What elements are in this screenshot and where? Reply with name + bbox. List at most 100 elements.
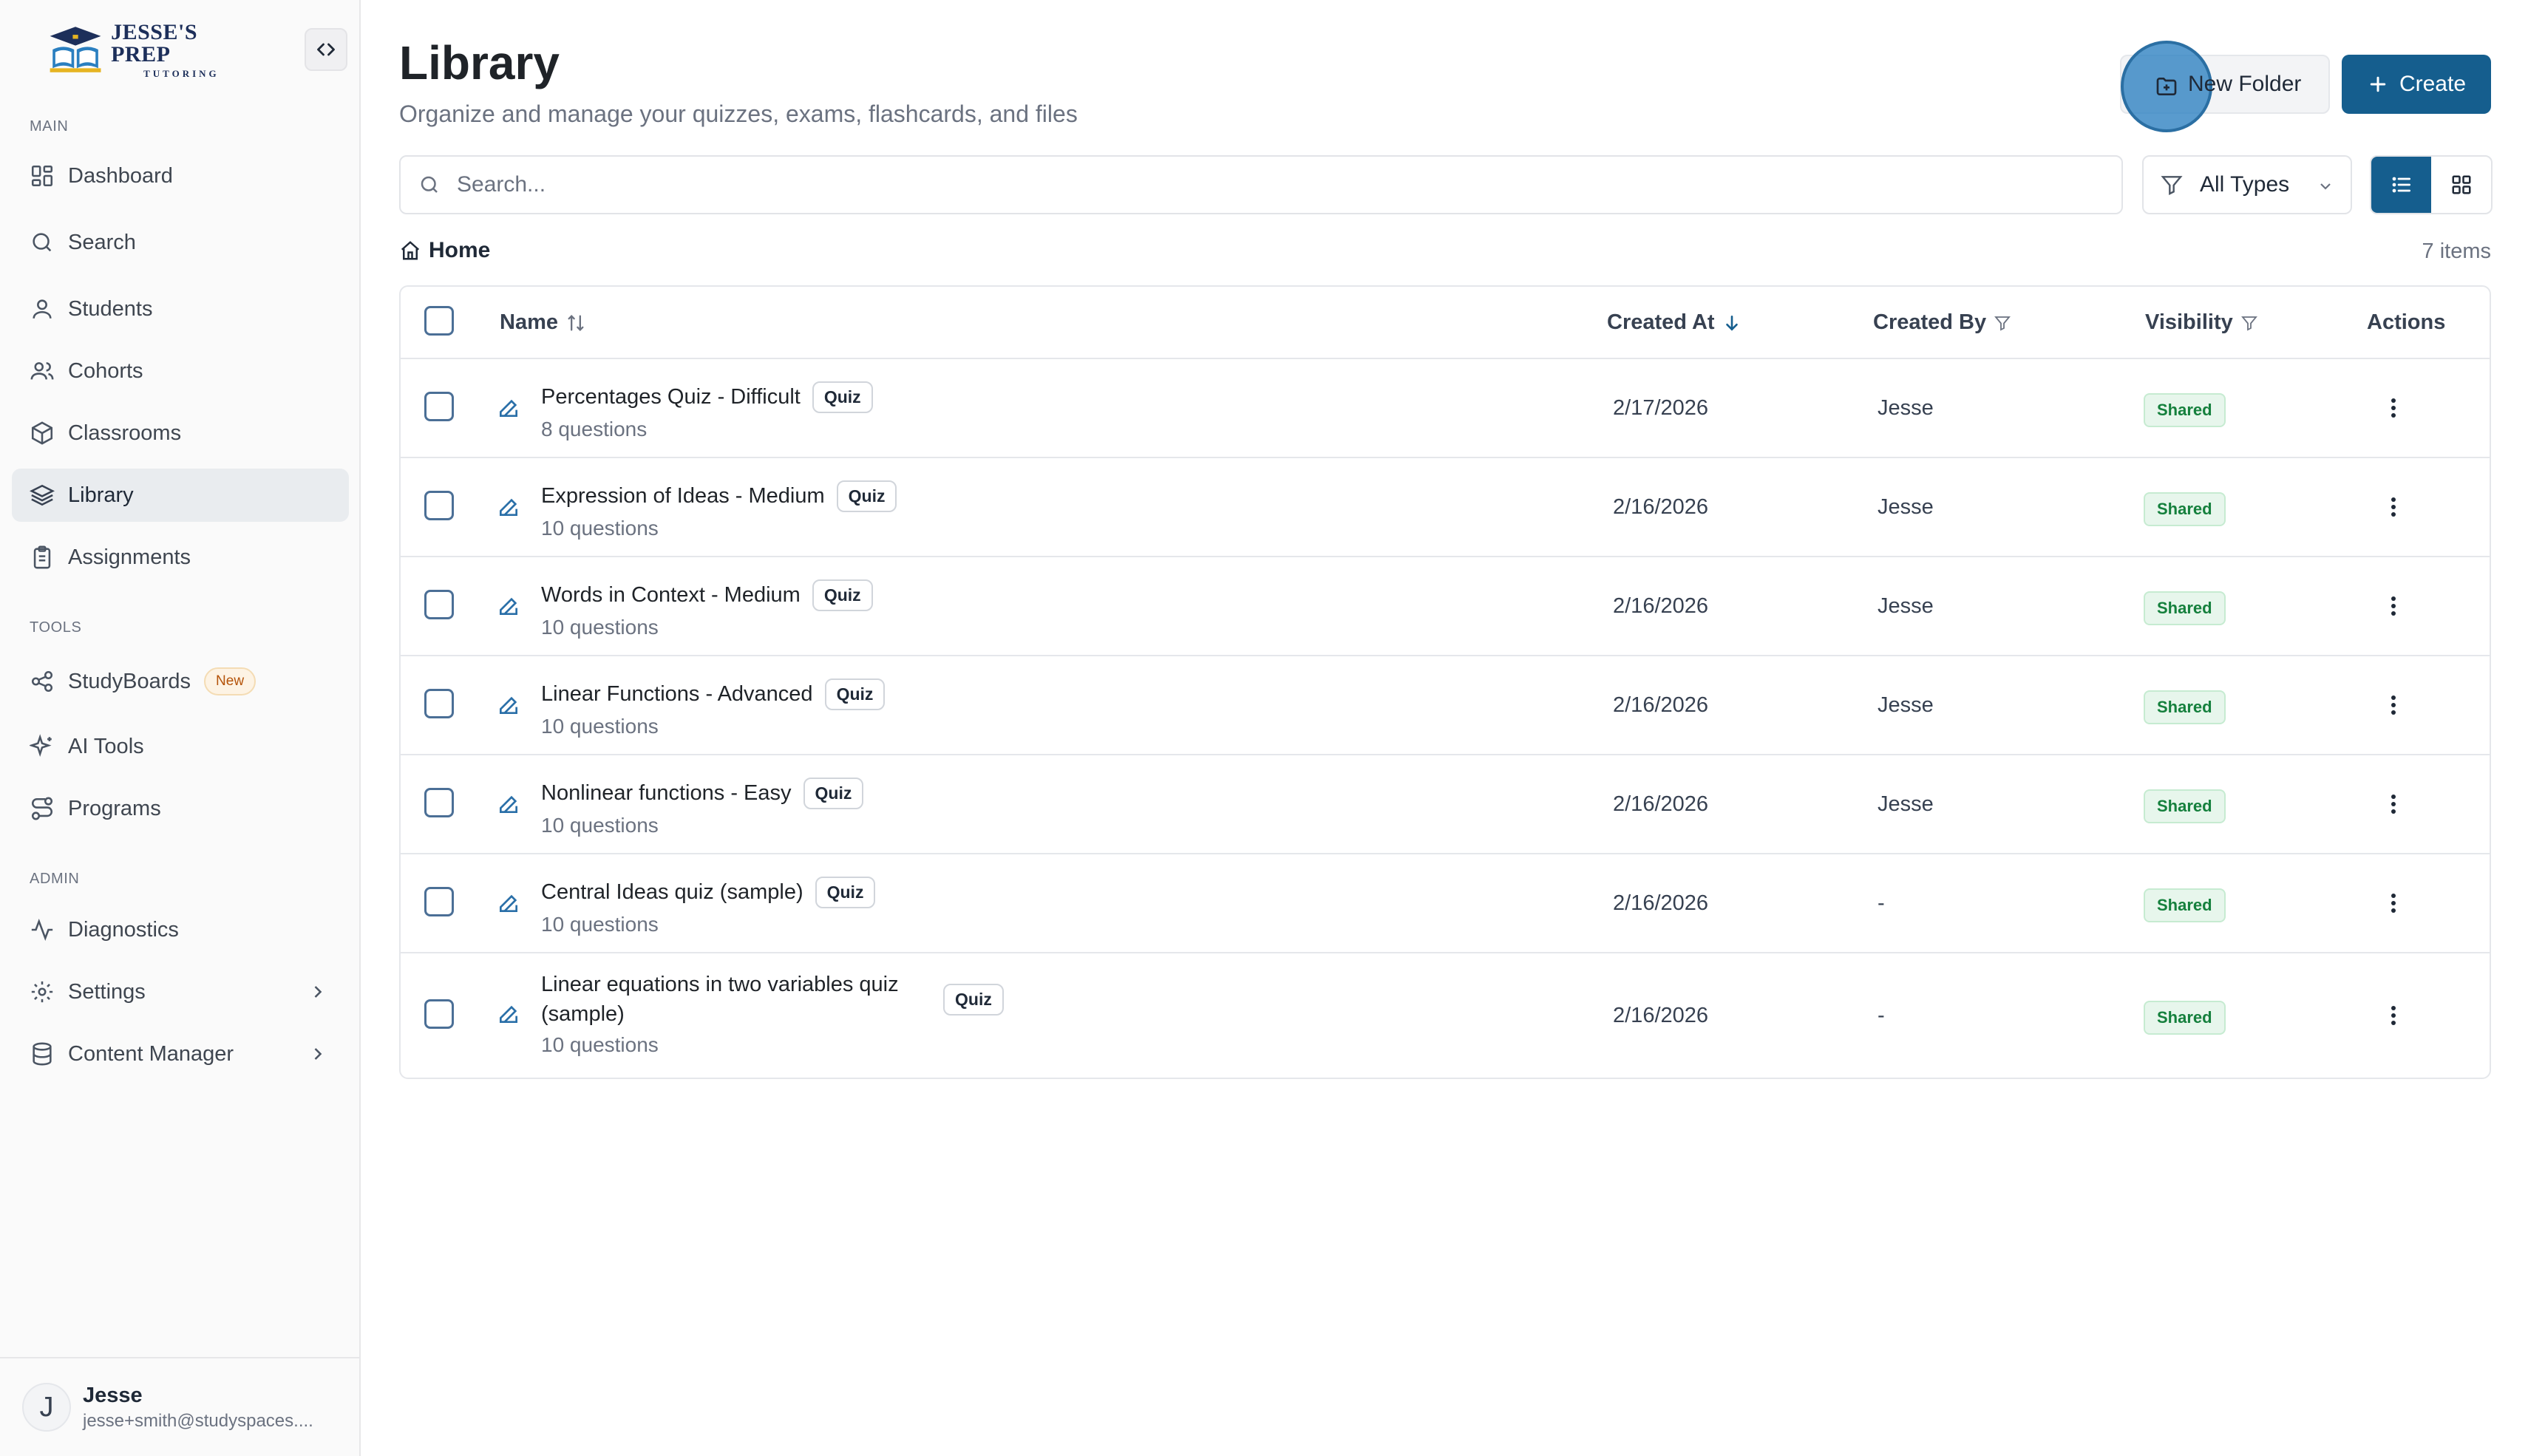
new-folder-label: New Folder — [2188, 72, 2302, 96]
edit-icon — [500, 498, 517, 516]
row-actions-button[interactable] — [2379, 690, 2408, 720]
created-by-cell: - — [1878, 1004, 1885, 1027]
sidebar-item-content-manager[interactable]: Content Manager — [12, 1027, 349, 1081]
row-checkbox[interactable] — [424, 788, 454, 817]
row-checkbox[interactable] — [424, 999, 454, 1029]
sidebar-label-library: Library — [68, 483, 134, 507]
table-row[interactable]: Nonlinear functions - Easy Quiz 10 quest… — [401, 755, 2490, 854]
item-count: 7 items — [2422, 239, 2491, 263]
chevron-down-icon — [2320, 183, 2331, 190]
sidebar-item-dashboard[interactable]: Dashboard — [12, 149, 349, 203]
item-question-count: 10 questions — [541, 814, 659, 837]
more-vertical-icon — [2391, 596, 2396, 616]
row-actions-button[interactable] — [2379, 393, 2408, 423]
edit-icon — [500, 894, 517, 912]
sidebar-item-search[interactable]: Search — [12, 216, 349, 269]
sidebar-label-programs: Programs — [68, 796, 161, 820]
more-vertical-icon — [2391, 497, 2396, 517]
edit-icon — [500, 696, 517, 714]
edit-icon — [500, 597, 517, 615]
sidebar-item-students[interactable]: Students — [12, 282, 349, 336]
content-manager-icon — [33, 1042, 52, 1066]
sidebar-item-assignments[interactable]: Assignments — [12, 531, 349, 584]
item-name[interactable]: Expression of Ideas - Medium — [541, 484, 825, 508]
diagnostics-icon — [31, 919, 53, 941]
item-question-count: 10 questions — [541, 616, 659, 639]
row-actions-button[interactable] — [2379, 789, 2408, 819]
column-created-at[interactable]: Created At — [1607, 310, 1742, 335]
grid-view-button[interactable] — [2431, 157, 2491, 213]
type-badge: Quiz — [815, 877, 876, 908]
column-created-by[interactable]: Created By — [1873, 310, 2011, 335]
avatar: J — [22, 1383, 71, 1432]
row-actions-button[interactable] — [2379, 888, 2408, 918]
item-name[interactable]: Percentages Quiz - Difficult — [541, 385, 801, 409]
user-email: jesse+smith@studyspaces.... — [83, 1410, 313, 1431]
item-name[interactable]: Nonlinear functions - Easy — [541, 781, 792, 806]
item-name[interactable]: Linear equations in two variables quiz (… — [541, 970, 925, 1029]
more-vertical-icon — [2391, 398, 2396, 418]
table-row[interactable]: Words in Context - Medium Quiz 10 questi… — [401, 557, 2490, 656]
column-name[interactable]: Name — [500, 310, 586, 335]
breadcrumb[interactable]: Home — [399, 238, 490, 263]
sidebar-item-programs[interactable]: Programs — [12, 782, 349, 835]
row-checkbox[interactable] — [424, 491, 454, 520]
column-actions: Actions — [2367, 310, 2445, 335]
type-badge: Quiz — [812, 579, 873, 611]
type-badge: Quiz — [943, 983, 1004, 1016]
type-filter-select[interactable]: All Types — [2142, 155, 2352, 214]
table-row[interactable]: Expression of Ideas - Medium Quiz 10 que… — [401, 458, 2490, 557]
search-box[interactable] — [399, 155, 2123, 214]
breadcrumb-home[interactable]: Home — [429, 238, 490, 263]
created-by-cell: Jesse — [1878, 792, 1934, 816]
row-actions-button[interactable] — [2379, 591, 2408, 621]
classrooms-icon — [31, 421, 53, 445]
sort-icon — [568, 314, 584, 331]
sidebar-label-studyboards: StudyBoards — [68, 669, 191, 693]
table-row[interactable]: Linear equations in two variables quiz (… — [401, 953, 2490, 1079]
sidebar-label-search: Search — [68, 230, 136, 254]
item-name[interactable]: Linear Functions - Advanced — [541, 682, 813, 707]
programs-icon — [31, 797, 53, 820]
sidebar-item-ai-tools[interactable]: AI Tools — [12, 720, 349, 773]
new-folder-button[interactable]: New Folder — [2120, 41, 2330, 132]
type-badge: Quiz — [836, 480, 897, 512]
visibility-badge: Shared — [2144, 492, 2226, 526]
column-visibility[interactable]: Visibility — [2145, 310, 2258, 335]
item-question-count: 10 questions — [541, 1033, 659, 1056]
row-checkbox[interactable] — [424, 392, 454, 421]
visibility-badge: Shared — [2144, 789, 2226, 823]
search-icon — [421, 176, 438, 193]
item-name[interactable]: Central Ideas quiz (sample) — [541, 880, 803, 905]
more-vertical-icon — [2391, 1006, 2396, 1025]
search-input[interactable] — [457, 172, 2083, 197]
sidebar-item-classrooms[interactable]: Classrooms — [12, 406, 349, 460]
row-actions-button[interactable] — [2379, 492, 2408, 522]
home-icon — [401, 241, 420, 260]
table-row[interactable]: Central Ideas quiz (sample) Quiz 10 ques… — [401, 854, 2490, 953]
row-actions-button[interactable] — [2379, 1001, 2408, 1030]
table-row[interactable]: Percentages Quiz - Difficult Quiz 8 ques… — [401, 359, 2490, 458]
sidebar-item-diagnostics[interactable]: Diagnostics — [12, 903, 349, 956]
type-badge: Quiz — [803, 778, 864, 809]
section-label-main: MAIN — [30, 118, 69, 135]
create-button[interactable]: Create — [2342, 55, 2491, 114]
row-checkbox[interactable] — [424, 689, 454, 718]
page-subtitle: Organize and manage your quizzes, exams,… — [399, 101, 1078, 127]
item-name[interactable]: Words in Context - Medium — [541, 583, 801, 608]
list-view-button[interactable] — [2371, 157, 2431, 213]
table-row[interactable]: Linear Functions - Advanced Quiz 10 ques… — [401, 656, 2490, 755]
sidebar-collapse-button[interactable] — [305, 28, 347, 71]
settings-icon — [31, 981, 53, 1003]
sidebar-item-library[interactable]: Library — [12, 469, 349, 522]
row-checkbox[interactable] — [424, 887, 454, 916]
sidebar-item-studyboards[interactable]: StudyBoards New — [12, 655, 349, 708]
created-by-cell: Jesse — [1878, 594, 1934, 618]
sidebar-item-settings[interactable]: Settings — [12, 965, 349, 1018]
sidebar-item-cohorts[interactable]: Cohorts — [12, 344, 349, 398]
select-all-checkbox[interactable] — [424, 306, 454, 336]
row-checkbox[interactable] — [424, 590, 454, 619]
brand-logo[interactable]: JESSE'S PREP TUTORING — [47, 18, 248, 81]
sidebar-label-assignments: Assignments — [68, 545, 191, 569]
user-profile[interactable]: J Jesse jesse+smith@studyspaces.... — [0, 1357, 359, 1456]
